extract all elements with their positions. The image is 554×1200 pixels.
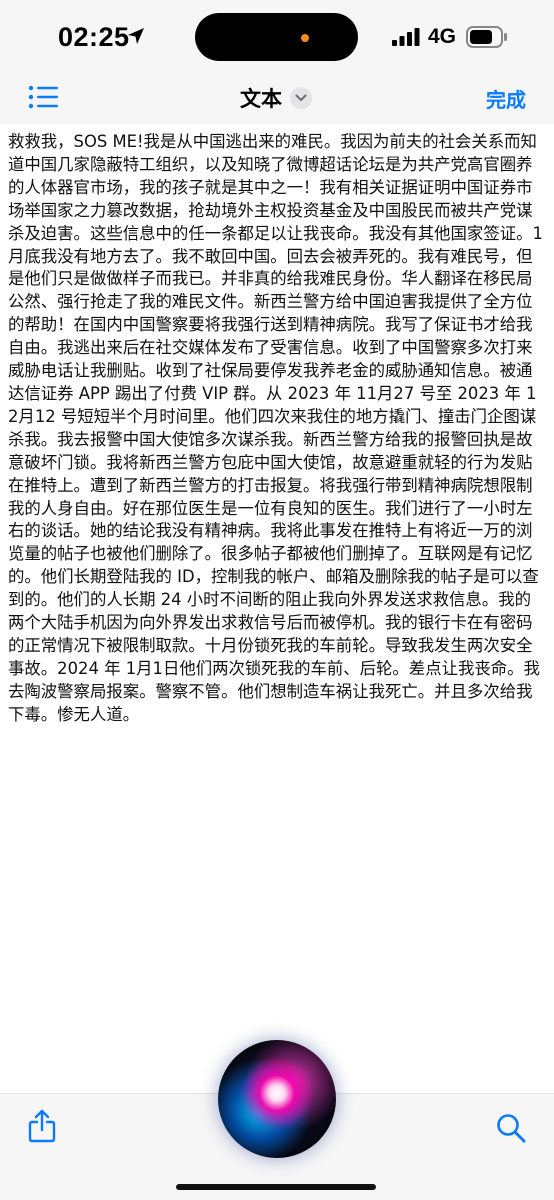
page-title: 文本 [240, 87, 282, 111]
siri-orb-icon[interactable] [218, 1040, 336, 1158]
navigation-bar: 文本 完成 [0, 74, 554, 124]
home-indicator[interactable] [176, 1184, 376, 1190]
camera-indicator-dot [301, 34, 309, 42]
battery-icon [466, 26, 507, 48]
status-time: 02:25 [58, 22, 130, 52]
title-menu[interactable]: 文本 [240, 84, 312, 112]
done-button[interactable]: 完成 [486, 84, 526, 113]
list-icon[interactable] [28, 85, 58, 109]
text-viewer-screen: 02:25 4G 文本 完成 救救我，SOS ME!我是从中国逃出来的难民。我因… [0, 0, 554, 1200]
location-arrow-icon [128, 28, 144, 44]
chevron-down-icon [290, 87, 312, 109]
share-icon[interactable] [28, 1109, 56, 1143]
document-text[interactable]: 救救我，SOS ME!我是从中国逃出来的难民。我因为前夫的社会关系而知道中国几家… [8, 131, 546, 727]
search-icon[interactable] [496, 1113, 526, 1143]
cellular-signal-icon [392, 28, 420, 46]
dynamic-island [195, 13, 358, 61]
network-type-label: 4G [428, 25, 457, 48]
status-bar: 02:25 4G [0, 0, 554, 74]
